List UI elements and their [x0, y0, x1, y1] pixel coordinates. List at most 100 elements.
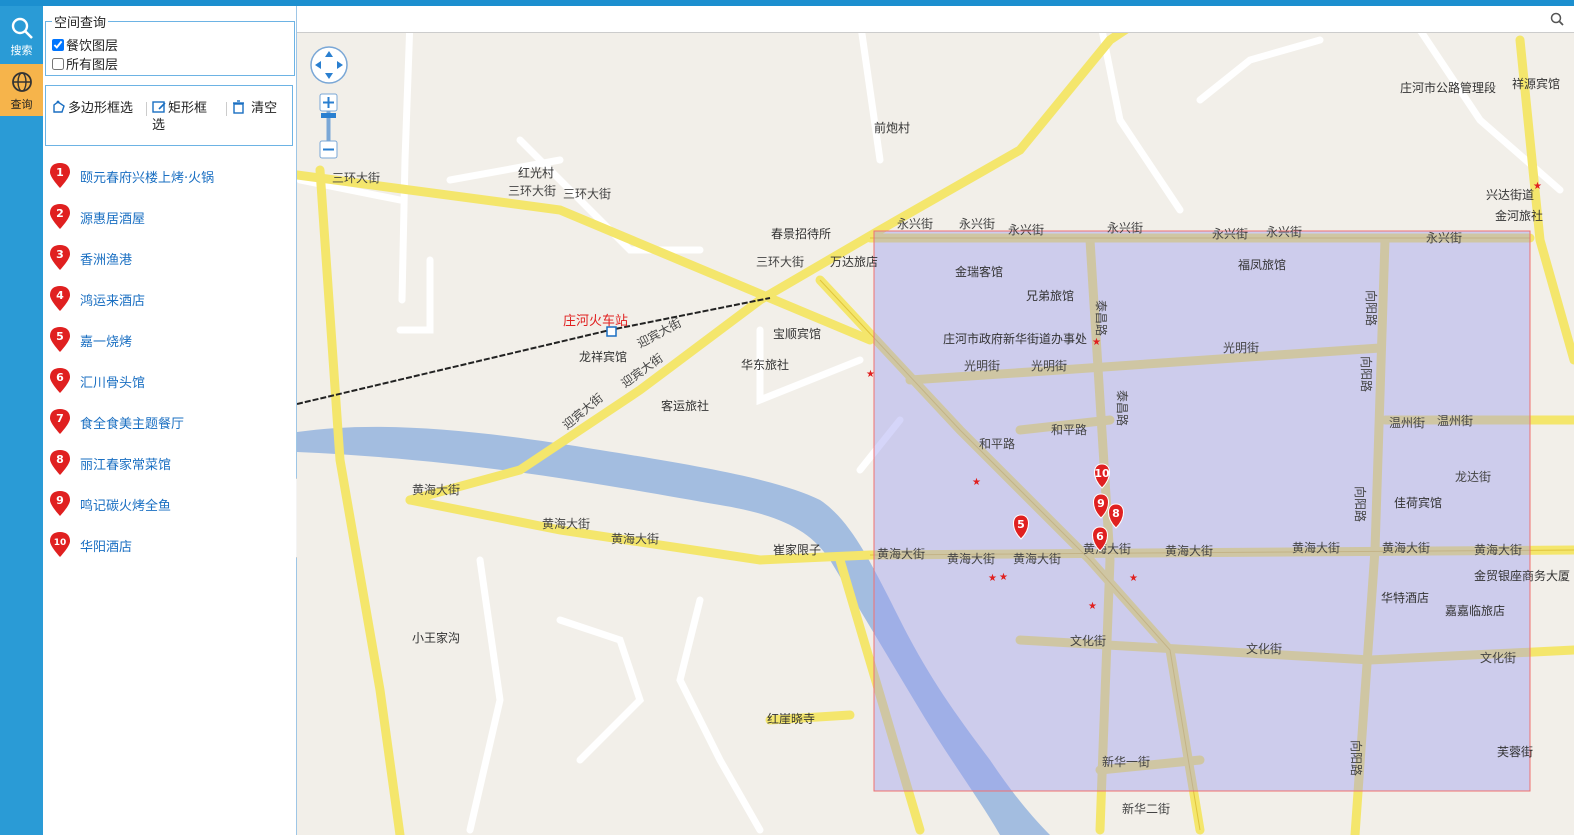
- result-name-link[interactable]: 嘉一烧烤: [80, 331, 132, 350]
- zoom-search-icon[interactable]: [1550, 12, 1564, 26]
- map-svg[interactable]: 前炮村 红光村 三环大街 三环大街 三环大街 三环大街 春景招待所 万达旅店 宝…: [297, 6, 1574, 835]
- map-label: 祥源宾馆: [1512, 76, 1560, 91]
- marker-pin-icon: 5: [50, 327, 70, 352]
- map-label: 黄海大街: [412, 482, 460, 497]
- map-label: 庄河市公路管理段: [1400, 80, 1496, 95]
- map-label: 温州街: [1437, 414, 1473, 428]
- map-label: 永兴街: [1107, 221, 1143, 235]
- result-item[interactable]: 3 香洲渔港: [49, 244, 289, 285]
- zoom-slider-handle[interactable]: [321, 113, 336, 118]
- result-name-link[interactable]: 汇川骨头馆: [80, 372, 145, 391]
- polygon-select-button[interactable]: 多边形框选: [52, 100, 133, 117]
- map-label: 黄海大街: [542, 516, 590, 531]
- polygon-select-label: 多边形框选: [68, 101, 134, 116]
- layer-all-checkbox[interactable]: [52, 57, 64, 70]
- svg-text:5: 5: [1017, 518, 1025, 531]
- map-label: 文化街: [1480, 650, 1516, 665]
- result-item[interactable]: 6 汇川骨头馆: [49, 367, 289, 408]
- result-item[interactable]: 10 华阳酒店: [49, 531, 289, 572]
- map-label: 永兴街: [1426, 231, 1462, 245]
- map-label: 华东旅社: [741, 357, 789, 372]
- map-label: 向阳路: [1359, 356, 1374, 392]
- svg-text:★: ★: [866, 369, 875, 380]
- svg-text:9: 9: [1097, 497, 1105, 510]
- result-name-link[interactable]: 食全食美主题餐厅: [80, 413, 184, 432]
- search-nav-button[interactable]: 搜索: [0, 10, 43, 62]
- map-label: 龙祥宾馆: [579, 349, 627, 364]
- svg-text:★: ★: [988, 573, 997, 584]
- result-name-link[interactable]: 丽江春家常菜馆: [80, 454, 171, 473]
- marker-pin-icon: 3: [50, 245, 70, 270]
- svg-text:2: 2: [56, 207, 64, 220]
- map-search-bar[interactable]: [297, 6, 1574, 33]
- map-label: 庄河市政府新华街道办事处: [943, 331, 1087, 346]
- svg-text:6: 6: [56, 371, 64, 384]
- result-name-link[interactable]: 颐元春府兴楼上烤·火锅: [80, 167, 214, 186]
- layer-dining[interactable]: 餐饮图层: [52, 35, 288, 54]
- rectangle-edit-icon: [152, 101, 166, 113]
- search-icon: [11, 17, 33, 39]
- map-label: 黄海大街: [877, 546, 925, 561]
- result-item[interactable]: 5 嘉一烧烤: [49, 326, 289, 367]
- result-item[interactable]: 7 食全食美主题餐厅: [49, 408, 289, 449]
- svg-text:10: 10: [1094, 467, 1110, 480]
- map-label: 永兴街: [1212, 227, 1248, 241]
- rect-select-label-1: 矩形框: [168, 101, 208, 116]
- map-label: 新华一街: [1102, 754, 1150, 769]
- map-label: 向阳路: [1353, 486, 1368, 522]
- result-name-link[interactable]: 香洲渔港: [80, 249, 132, 268]
- query-nav-button[interactable]: 查询: [0, 64, 43, 116]
- map-canvas[interactable]: 前炮村 红光村 三环大街 三环大街 三环大街 三环大街 春景招待所 万达旅店 宝…: [297, 6, 1574, 835]
- svg-text:1: 1: [56, 166, 64, 179]
- map-label: 和平路: [979, 436, 1015, 451]
- map-label: 崔家限子: [773, 542, 821, 557]
- result-item[interactable]: 8 丽江春家常菜馆: [49, 449, 289, 490]
- trash-icon: [233, 100, 244, 114]
- map-label: 三环大街: [332, 171, 380, 185]
- map-label: 红崖晓寺: [767, 711, 815, 726]
- station-label: 庄河火车站: [563, 313, 628, 329]
- result-name-link[interactable]: 鸣记碳火烤全鱼: [80, 495, 171, 514]
- map-label: 黄海大街: [1013, 551, 1061, 566]
- map-label: 红光村: [518, 165, 554, 180]
- map-label: 永兴街: [897, 217, 933, 231]
- result-name-link[interactable]: 源惠居酒屋: [80, 208, 145, 227]
- svg-text:★: ★: [1533, 181, 1542, 192]
- layer-all[interactable]: 所有图层: [52, 54, 288, 73]
- map-label: 黄海大街: [1165, 543, 1213, 558]
- marker-pin-icon: 1: [50, 163, 70, 188]
- map-label: 文化街: [1246, 641, 1282, 656]
- map-label: 泰昌路: [1115, 390, 1130, 426]
- map-label: 金瑞客馆: [955, 264, 1003, 279]
- map-label: 客运旅社: [661, 398, 709, 413]
- clear-button[interactable]: 清空: [232, 100, 277, 117]
- rect-select-button[interactable]: 矩形框选: [152, 100, 207, 134]
- pan-zoom-control: [310, 46, 348, 159]
- svg-text:7: 7: [56, 412, 64, 425]
- result-item[interactable]: 9 鸣记碳火烤全鱼: [49, 490, 289, 531]
- map-label: 新华二街: [1122, 801, 1170, 816]
- result-item[interactable]: 4 鸿运来酒店: [49, 285, 289, 326]
- map-label: 黄海大街: [1382, 540, 1430, 555]
- map-label: 光明街: [964, 359, 1000, 373]
- marker-pin-icon: 2: [50, 204, 70, 229]
- map-label: 佳荷宾馆: [1394, 495, 1442, 510]
- marker-pin-icon: 9: [50, 491, 70, 516]
- rect-select-label-2: 选: [152, 118, 166, 133]
- left-nav: 搜索 查询: [0, 6, 43, 835]
- marker-pin-icon: 6: [50, 368, 70, 393]
- svg-text:★: ★: [999, 572, 1008, 583]
- map-label: 永兴街: [1008, 223, 1044, 237]
- map-nav-control: [309, 45, 349, 165]
- result-name-link[interactable]: 华阳酒店: [80, 536, 132, 555]
- result-item[interactable]: 2 源惠居酒屋: [49, 203, 289, 244]
- result-item[interactable]: 1 颐元春府兴楼上烤·火锅: [49, 162, 289, 203]
- layer-dining-checkbox[interactable]: [52, 38, 64, 51]
- map-label: 黄海大街: [1474, 542, 1522, 557]
- map-label: 金河旅社: [1495, 208, 1543, 223]
- selection-rectangle[interactable]: [873, 230, 1531, 792]
- svg-text:3: 3: [56, 248, 64, 261]
- result-name-link[interactable]: 鸿运来酒店: [80, 290, 145, 309]
- map-label: 宝顺宾馆: [773, 326, 821, 341]
- clear-label: 清空: [251, 101, 278, 116]
